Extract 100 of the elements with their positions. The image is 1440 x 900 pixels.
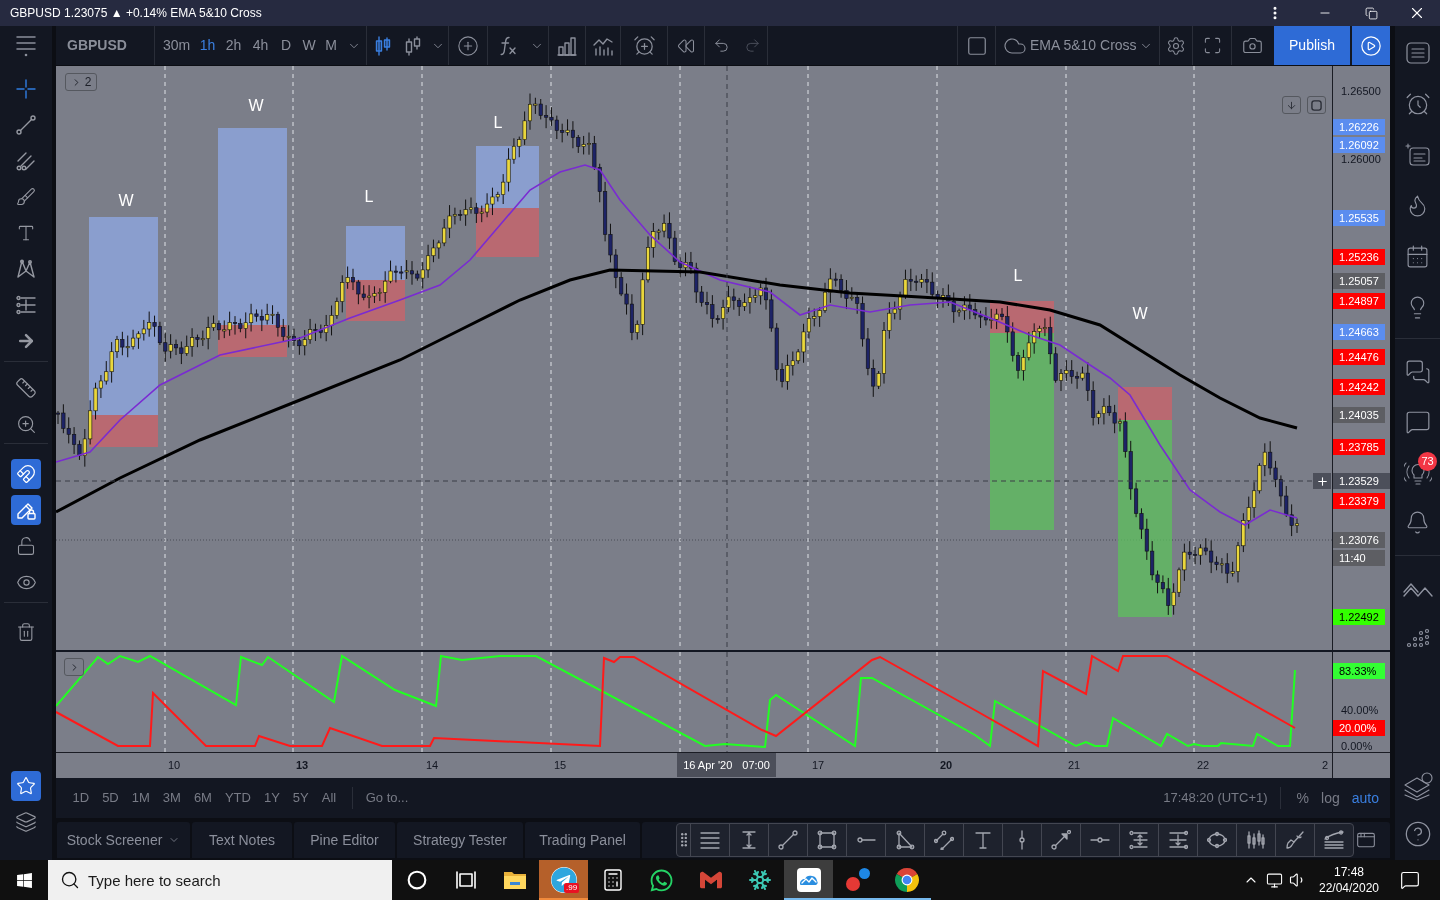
indicators-toggle-button[interactable]: 2 — [65, 73, 97, 91]
price-tag: 1.23785 — [1333, 439, 1385, 455]
star-icon — [16, 776, 36, 796]
rewind-icon — [677, 36, 695, 55]
search-field[interactable]: Type here to search — [48, 860, 392, 900]
interval-tab[interactable]: M — [320, 26, 342, 65]
price-tag: 1.25057 — [1333, 273, 1385, 289]
fullscreen-icon — [1202, 36, 1222, 55]
price-tag: 1.23379 — [1333, 493, 1385, 509]
interval-tab[interactable]: 2h — [220, 26, 247, 65]
price-tag: 20.00% — [1333, 720, 1385, 736]
interval-tab[interactable]: D — [274, 26, 298, 65]
frame-button[interactable] — [1307, 96, 1326, 114]
crosshair-date-text: 16 Apr '20 — [683, 757, 733, 773]
scale-option-button[interactable]: log — [1315, 783, 1346, 813]
range-button[interactable]: 1Y — [257, 783, 287, 813]
axis-tick-label: 1.26000 — [1341, 153, 1381, 165]
stacked-lines-icon — [700, 830, 720, 850]
time-tick-label: 2 — [1321, 758, 1329, 772]
panel-tab[interactable]: Trading Panel — [525, 822, 640, 858]
play-button[interactable] — [1352, 26, 1390, 65]
scale-option-button[interactable]: % — [1290, 783, 1316, 813]
interval-tab[interactable]: 30m — [158, 26, 195, 65]
price-tag: 1.24476 — [1333, 349, 1385, 365]
down-arrow-icon — [1286, 99, 1297, 111]
add-button[interactable] — [1313, 473, 1331, 489]
list-icon — [1405, 40, 1430, 65]
layout-button[interactable]: EMA 5&10 Cross — [996, 26, 1160, 65]
snowflake-icon — [747, 868, 772, 892]
price-tag: 1.26226 — [1333, 119, 1385, 135]
trend-line-icon — [16, 115, 36, 135]
paper-plane-icon — [550, 867, 577, 893]
help-icon — [1403, 820, 1432, 848]
pitchfork-icon — [16, 151, 36, 171]
toggle-button[interactable] — [11, 495, 41, 525]
range-button[interactable]: 5Y — [286, 783, 316, 813]
taskbar-app-button[interactable] — [784, 860, 833, 900]
redo-icon — [743, 37, 761, 54]
chat-bubbles-icon — [1404, 359, 1431, 385]
interval-tab[interactable]: 1h — [195, 26, 220, 65]
line-chart-icon — [593, 35, 613, 56]
candles-icon — [1246, 830, 1266, 850]
pane-toggle-button[interactable] — [64, 658, 84, 676]
chat-phone-icon — [649, 867, 674, 893]
interval-tab[interactable]: W — [298, 26, 320, 65]
dots-grid-icon — [1405, 628, 1430, 648]
select-button[interactable] — [957, 26, 996, 65]
symbol-button[interactable]: GBPUSD — [56, 26, 155, 65]
stacked-lines-arrows-icon — [1168, 830, 1188, 850]
trade-label: W — [248, 96, 264, 114]
zigzag-icon — [1402, 583, 1433, 597]
time-tick-label: 15 — [553, 758, 567, 772]
interval-tab[interactable]: 4h — [247, 26, 274, 65]
layers-icon — [15, 811, 37, 833]
panel-tab[interactable]: Strategy Tester — [397, 822, 523, 858]
layers-icon — [1402, 771, 1433, 801]
trade-label: L — [364, 187, 374, 205]
time-tick-label: 10 — [167, 758, 181, 772]
time-tick-label: 13 — [295, 758, 309, 772]
settings-icon — [1166, 35, 1186, 56]
panel-tab[interactable]: Pine Editor — [294, 822, 395, 858]
price-tag: 1.25236 — [1333, 249, 1385, 265]
clock-button[interactable]: 17:48 22/04/2020 — [1310, 860, 1388, 900]
price-tag: 1.24035 — [1333, 407, 1385, 423]
play-icon — [1360, 34, 1382, 57]
toggle-button[interactable] — [11, 459, 41, 489]
search-icon — [60, 870, 80, 890]
range-button[interactable]: 5D — [95, 783, 126, 813]
range-button[interactable]: All — [315, 783, 343, 813]
scroll-down-button[interactable] — [1282, 96, 1301, 114]
range-button[interactable]: 1M — [125, 783, 157, 813]
go-to-button[interactable]: Go to... — [361, 783, 413, 813]
panel-tab[interactable]: Text Notes — [192, 822, 292, 858]
panel-tab[interactable]: Stock Screener — [57, 822, 190, 858]
ruler-icon — [15, 377, 37, 399]
circle-icon — [406, 870, 427, 890]
price-tag: 1.26092 — [1333, 137, 1385, 153]
publish-button[interactable]: Publish — [1274, 26, 1350, 65]
parallel-lines-icon — [934, 830, 954, 850]
two-dots-icon — [844, 867, 871, 893]
price-tag: 1.24242 — [1333, 379, 1385, 395]
time-tick-label: 20 — [939, 758, 953, 772]
range-button[interactable]: 3M — [156, 783, 188, 813]
network-icon — [1265, 871, 1283, 889]
taskbar-app-button[interactable]: .99 — [539, 860, 588, 900]
task-view-icon — [455, 870, 476, 890]
trade-label: W — [118, 191, 134, 209]
range-button[interactable]: YTD — [218, 783, 258, 813]
favorites-button[interactable] — [11, 771, 41, 801]
range-button[interactable]: 1D — [66, 783, 96, 813]
zoom-in-icon — [15, 413, 37, 435]
price-tag: 1.24663 — [1333, 324, 1385, 340]
trade-label: W — [1132, 304, 1148, 322]
notification-badge: .99 — [564, 883, 580, 893]
scale-option-button[interactable]: auto — [1345, 783, 1385, 813]
brush-icon — [1285, 830, 1305, 850]
price-tag: 1.24897 — [1333, 293, 1385, 309]
axis-tick-label: 0.00% — [1341, 740, 1373, 752]
arrow-right-icon — [16, 331, 36, 351]
range-button[interactable]: 6M — [187, 783, 219, 813]
